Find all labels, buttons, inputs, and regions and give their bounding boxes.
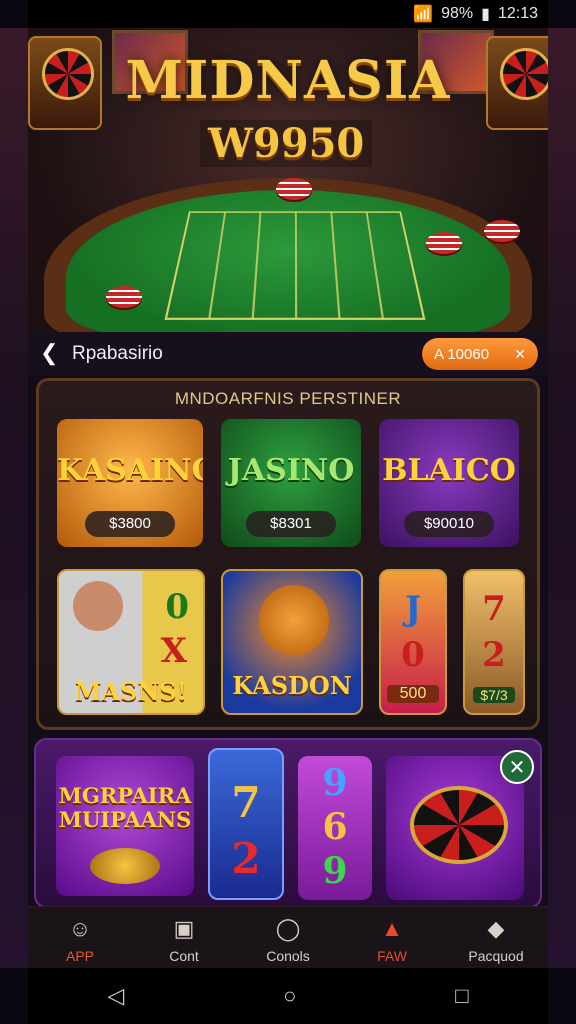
close-icon[interactable]: ✕	[514, 346, 526, 363]
reel-symbol: J	[404, 589, 422, 629]
promo-card-mgrpaira[interactable]: MGRPAIRA MUIPAANS	[56, 756, 194, 896]
game-card-blaico[interactable]: BLAICO $90010	[379, 419, 519, 547]
wifi-icon: 📶	[413, 6, 434, 23]
home-nav-icon[interactable]: ○	[283, 983, 296, 1009]
cat-icon: ◆	[487, 916, 505, 941]
clock: 12:13	[497, 5, 538, 22]
games-panel: MNDOARFNIS PERSTINER KASAINO $3800 JASIN…	[36, 378, 540, 730]
reel-symbol: 0	[401, 635, 425, 675]
panel-header: MNDOARFNIS PERSTINER	[174, 389, 402, 408]
tiger-icon	[259, 585, 329, 655]
battery-icon: ▮	[481, 6, 490, 23]
close-icon[interactable]: ✕	[500, 750, 534, 784]
status-bar: 📶 98% ▮ 12:13	[28, 0, 548, 28]
tab-cont[interactable]: ▣ Cont	[134, 907, 234, 969]
hero-subtitle: W9950	[200, 120, 373, 167]
hero-title: MIDNASIA	[125, 50, 451, 111]
game-title: KASAINO	[57, 453, 203, 488]
back-icon[interactable]: ❮	[40, 340, 58, 366]
reel-symbol: 7	[231, 778, 261, 827]
battery-text: 98%	[441, 5, 474, 22]
screen: 📶 98% ▮ 12:13 MIDNASIA W9950 ❮ Rpabasiri…	[0, 0, 576, 1024]
promo-title: MGRPAIRA MUIPAANS	[58, 783, 192, 832]
person-avatar	[73, 581, 123, 631]
avatar-icon: ☺	[68, 916, 92, 941]
balance-label: A 10060	[434, 345, 490, 363]
slot-reel-card[interactable]: 7 2 $7/3	[463, 569, 525, 715]
chat-icon: ◯	[275, 916, 301, 941]
app-window: 📶 98% ▮ 12:13 MIDNASIA W9950 ❮ Rpabasiri…	[28, 0, 548, 1024]
pot-icon	[90, 848, 160, 884]
tab-label: APP	[65, 948, 94, 964]
tab-pacquod[interactable]: ◆ Pacquod	[446, 907, 546, 969]
game-title: BLAICO	[382, 453, 516, 488]
game-title: JASINO	[227, 453, 355, 488]
right-edge	[548, 28, 576, 968]
box-icon: ▣	[173, 916, 195, 941]
system-nav-bar: ◁ ○ □	[28, 968, 548, 1024]
game-title: KASDON	[232, 671, 352, 700]
game-card-masns[interactable]: 0 X MASNS!	[57, 569, 205, 715]
tab-conols[interactable]: ◯ Conols	[238, 907, 338, 969]
reel-symbol: 9	[322, 762, 348, 804]
game-title: MASNS!	[74, 677, 188, 706]
promo-reel-card[interactable]: 9 6 9	[298, 756, 372, 900]
nav-title: Rpabasirio	[72, 343, 163, 364]
reel-label: $7/3	[473, 687, 515, 703]
tab-faw[interactable]: ▲ FAW	[342, 907, 442, 969]
reel-symbol: 7	[482, 589, 506, 629]
tab-label: Cont	[169, 948, 199, 964]
chip-stack	[106, 286, 142, 308]
tab-label: Pacquod	[468, 948, 524, 964]
left-edge	[0, 28, 28, 968]
chip-stack	[276, 178, 312, 200]
top-nav: ❮ Rpabasirio A 10060 ✕	[28, 332, 548, 376]
slot-symbol: 0	[165, 587, 189, 627]
reel-label: 500	[387, 685, 439, 703]
chip-stack	[484, 220, 520, 242]
hero-banner: MIDNASIA W9950	[28, 28, 548, 332]
bottom-tab-bar: ☺ APP ▣ Cont ◯ Conols ▲ FAW ◆ Pacquod	[28, 906, 548, 969]
promo-reel-card[interactable]: 7 2	[208, 748, 284, 900]
recent-apps-icon[interactable]: □	[455, 983, 468, 1009]
tab-app[interactable]: ☺ APP	[30, 907, 130, 969]
slot-symbol: X	[160, 631, 187, 671]
back-nav-icon[interactable]: ◁	[107, 983, 124, 1009]
betting-grid	[164, 211, 426, 320]
game-card-kasaino[interactable]: KASAINO $3800	[57, 419, 203, 547]
promo-panel: MGRPAIRA MUIPAANS 7 2 9 6 9 ✕	[34, 738, 542, 908]
tab-label: Conols	[266, 948, 310, 964]
game-price: $3800	[85, 511, 175, 537]
reel-symbol: 6	[322, 806, 348, 848]
reel-symbol: 2	[482, 635, 506, 675]
balance-pill[interactable]: A 10060 ✕	[422, 338, 538, 370]
reel-symbol: 2	[231, 834, 261, 883]
slot-reel-card[interactable]: J 0 500	[379, 569, 447, 715]
game-card-jasino[interactable]: JASINO $8301	[221, 419, 361, 547]
game-card-kasdon[interactable]: KASDON	[221, 569, 363, 715]
reel-symbol: 9	[322, 850, 348, 892]
tab-label: FAW	[377, 948, 407, 964]
fire-icon: ▲	[381, 916, 403, 941]
game-price: $90010	[404, 511, 494, 537]
chip-stack	[426, 232, 462, 254]
game-price: $8301	[246, 511, 336, 537]
roulette-wheel-icon	[410, 786, 508, 864]
